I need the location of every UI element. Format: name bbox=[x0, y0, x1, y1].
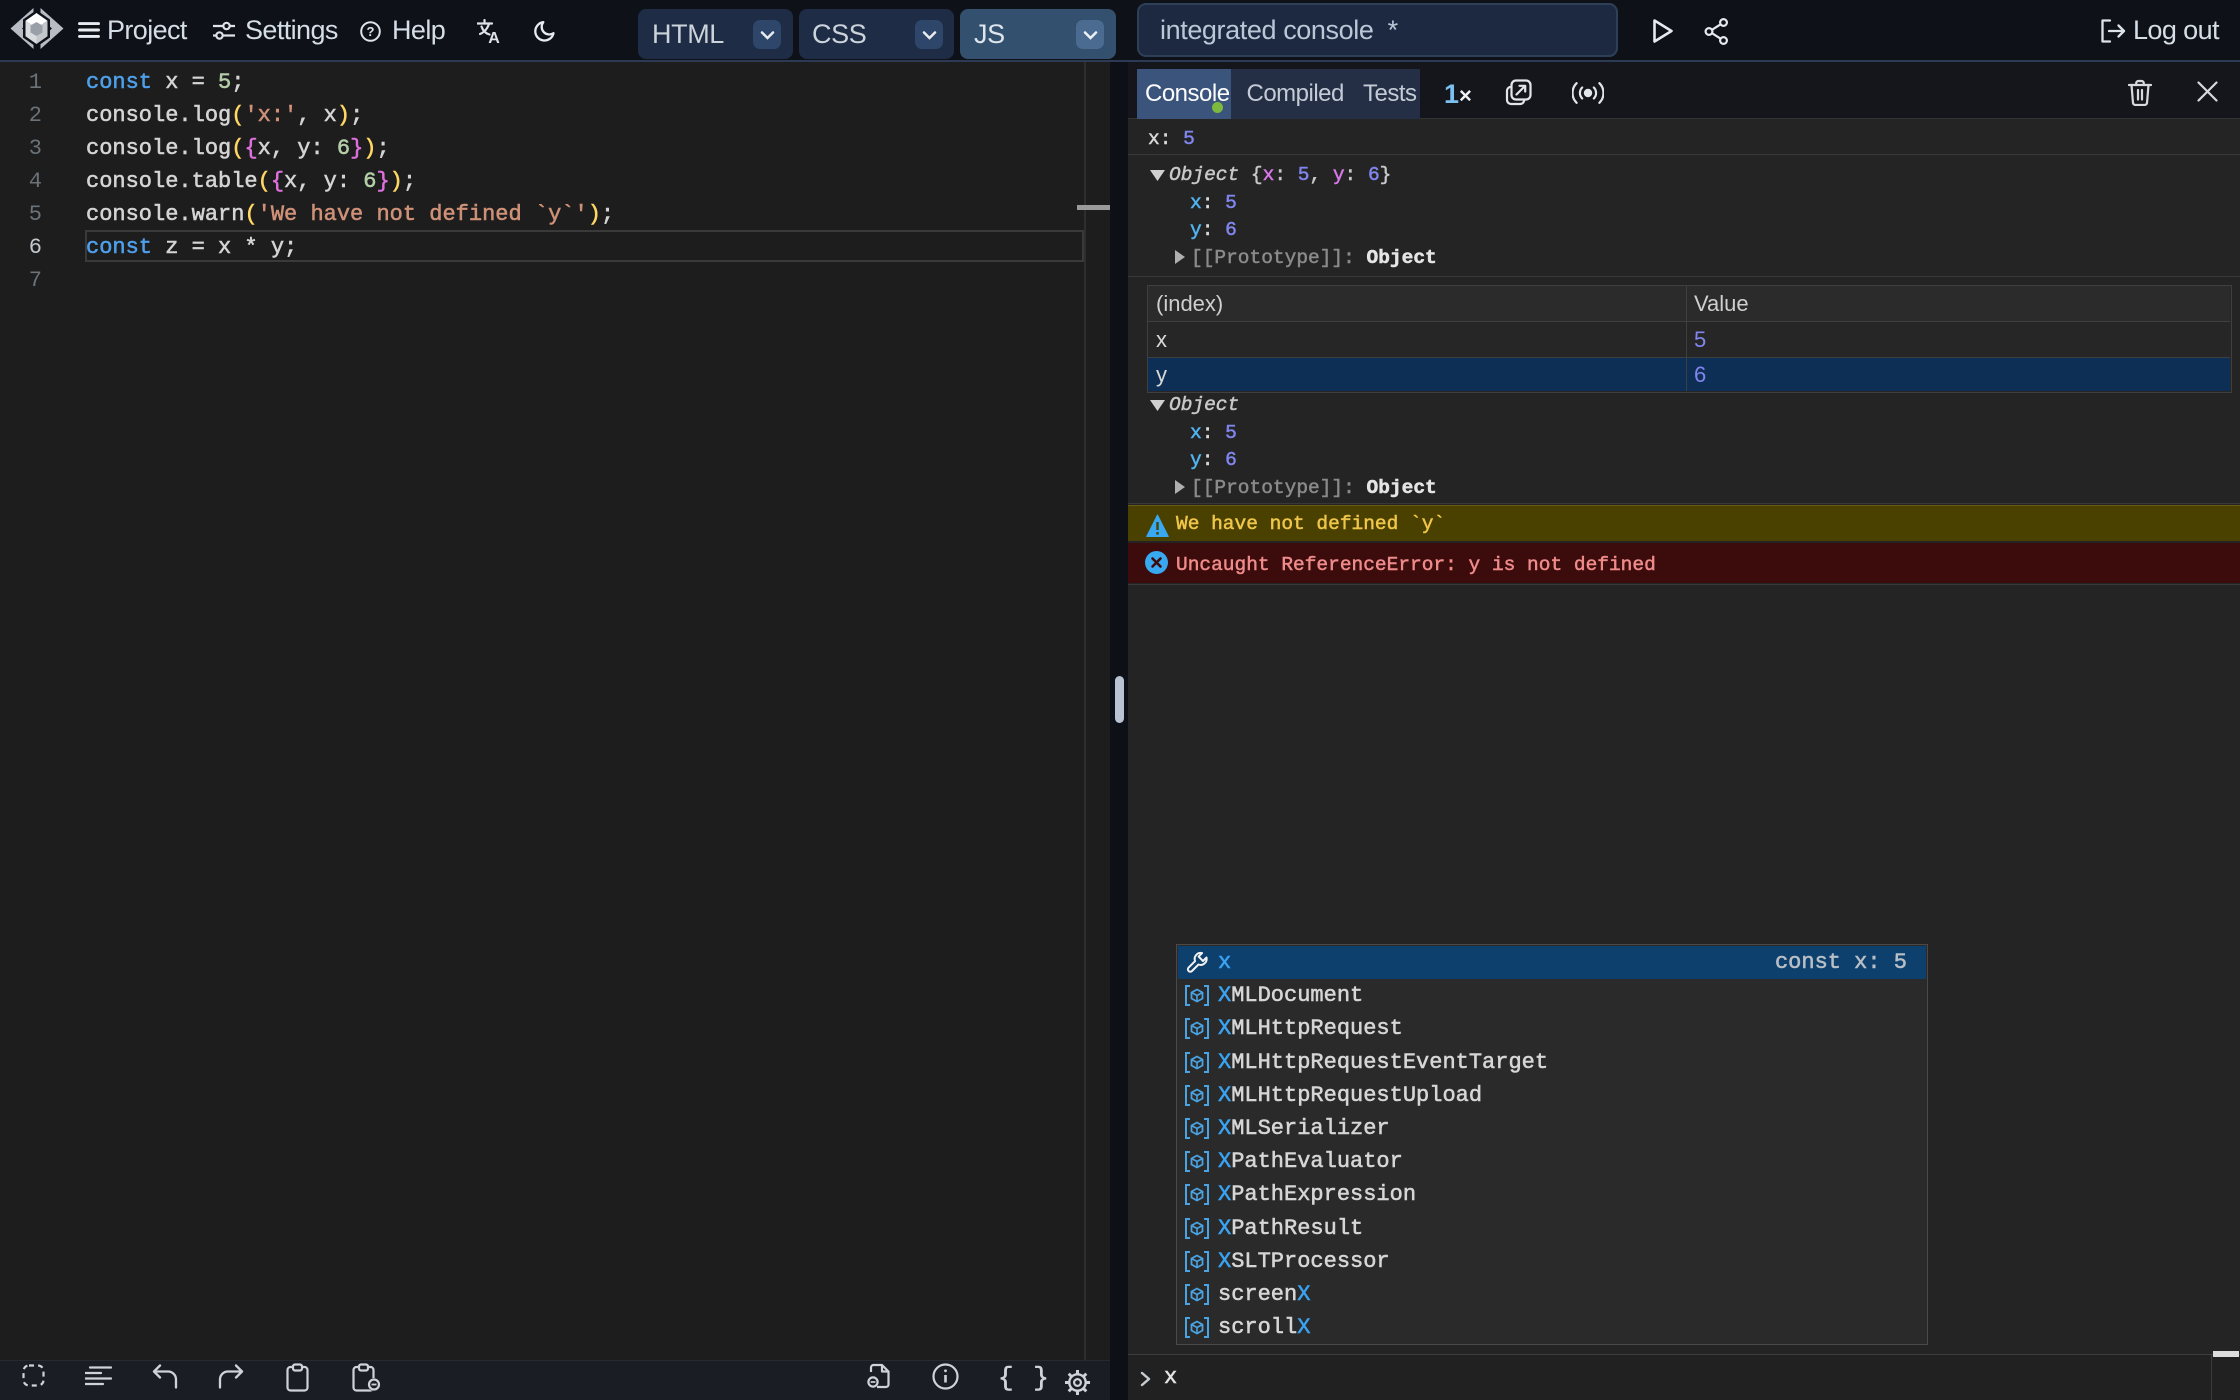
svg-text:A: A bbox=[488, 30, 500, 44]
svg-text:?: ? bbox=[367, 24, 375, 39]
